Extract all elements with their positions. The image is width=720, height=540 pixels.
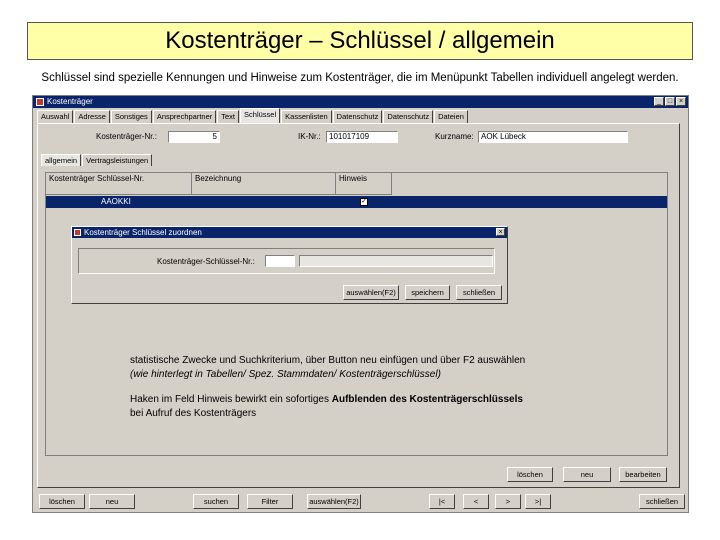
note-line-2: (wie hinterlegt in Tabellen/ Spez. Stamm… [130, 369, 441, 380]
dialog-close-icon[interactable]: × [496, 228, 505, 236]
row-schluessel-nr: AAOKKI [101, 197, 131, 206]
note-line-2-text: (wie hinterlegt in Tabellen/ Spez. Stamm… [130, 369, 441, 380]
tab-kassenlisten[interactable]: Kassenlisten [281, 110, 332, 123]
dialog-close-button[interactable]: schließen [456, 285, 502, 300]
schluessel-nr-input[interactable] [265, 255, 295, 267]
close-icon[interactable]: × [676, 97, 686, 106]
dialog-app-icon [74, 229, 81, 236]
tab-sonstiges[interactable]: Sonstiges [110, 110, 152, 123]
tab-auswahl[interactable]: Auswahl [37, 110, 74, 123]
sub-tabs: allgemein Vertragsleistungen [41, 154, 153, 166]
col-hinweis[interactable]: Hinweis [336, 173, 392, 195]
schluessel-bezeichnung-field [299, 255, 493, 267]
kostentraeger-window: Kostenträger _ □ × Auswahl Adresse Sonst… [32, 95, 689, 513]
tab-schluessel[interactable]: Schlüssel [240, 108, 281, 123]
note-line-1: statistische Zwecke und Suchkriterium, ü… [130, 355, 526, 366]
table-row[interactable]: AAOKKI ✓ [46, 196, 667, 208]
tab-adresse[interactable]: Adresse [74, 110, 110, 123]
footer-search-button[interactable]: suchen [193, 494, 239, 509]
tab-text[interactable]: Text [217, 110, 240, 123]
ik-field[interactable]: 101017109 [326, 131, 398, 143]
col-schluessel-nr[interactable]: Kostenträger Schlüssel-Nr. [46, 173, 192, 195]
footer-select-button[interactable]: auswählen(F2) [307, 494, 361, 509]
row-bezeichnung [192, 196, 336, 208]
tab-datenschutz[interactable]: Datenschutz [332, 110, 383, 123]
kurzname-label: Kurzname: [435, 132, 474, 141]
maximize-icon[interactable]: □ [665, 97, 675, 106]
delete-key-button[interactable]: löschen [507, 467, 553, 482]
col-bezeichnung[interactable]: Bezeichnung [192, 173, 336, 195]
main-tabs: Auswahl Adresse Sonstiges Ansprechpartne… [37, 108, 469, 123]
nav-first-button[interactable]: |< [429, 494, 455, 509]
note-line-3: Haken im Feld Hinweis bewirkt ein sofort… [130, 394, 523, 405]
schluessel-zuordnen-dialog: Kostenträger Schlüssel zuordnen × Kosten… [71, 226, 508, 304]
note-line-3-text: Haken im Feld Hinweis bewirkt ein sofort… [130, 394, 332, 405]
subtab-allgemein[interactable]: allgemein [41, 154, 82, 166]
tab-dateien[interactable]: Dateien [434, 110, 468, 123]
nav-last-button[interactable]: >| [525, 494, 551, 509]
grid-header: Kostenträger Schlüssel-Nr. Bezeichnung H… [46, 173, 392, 195]
kt-nr-label: Kostenträger-Nr.: [96, 132, 157, 141]
dialog-field-group: Kostenträger-Schlüssel-Nr.: [78, 248, 495, 274]
slide-title: Kostenträger – Schlüssel / allgemein [27, 22, 693, 60]
subtab-vertragsleistungen[interactable]: Vertragsleistungen [82, 154, 153, 166]
dialog-field-label: Kostenträger-Schlüssel-Nr.: [157, 257, 255, 266]
note-line-4: bei Aufruf des Kostenträgers [130, 408, 257, 419]
window-titlebar[interactable]: Kostenträger _ □ × [33, 96, 688, 108]
dialog-save-button[interactable]: speichern [405, 285, 450, 300]
nav-next-button[interactable]: > [495, 494, 521, 509]
row-hinweis: ✓ [336, 196, 392, 208]
dialog-select-button[interactable]: auswählen(F2) [343, 285, 399, 300]
hinweis-checkbox[interactable]: ✓ [360, 197, 368, 206]
dialog-title: Kostenträger Schlüssel zuordnen [84, 228, 202, 237]
edit-key-button[interactable]: bearbeiten [619, 467, 667, 482]
minimize-icon[interactable]: _ [654, 97, 664, 106]
kt-nr-field[interactable]: 5 [168, 131, 220, 143]
kurzname-field[interactable]: AOK Lübeck [478, 131, 628, 143]
dialog-titlebar[interactable]: Kostenträger Schlüssel zuordnen × [72, 227, 507, 238]
tab-ansprechpartner[interactable]: Ansprechpartner [152, 110, 217, 123]
app-icon [36, 98, 44, 106]
ik-label: IK-Nr.: [298, 132, 321, 141]
footer-close-button[interactable]: schließen [639, 494, 685, 509]
nav-prev-button[interactable]: < [463, 494, 489, 509]
footer-filter-button[interactable]: Filter [247, 494, 293, 509]
new-key-button[interactable]: neu [563, 467, 611, 482]
tab-datenschutz-2[interactable]: Datenschutz [383, 110, 434, 123]
footer-new-button[interactable]: neu [89, 494, 135, 509]
window-title: Kostenträger [47, 97, 93, 106]
note-line-3-bold: Aufblenden des Kostenträgerschlüssels [331, 394, 523, 405]
footer-delete-button[interactable]: löschen [39, 494, 85, 509]
slide-subtitle: Schlüssel sind spezielle Kennungen und H… [41, 72, 679, 84]
